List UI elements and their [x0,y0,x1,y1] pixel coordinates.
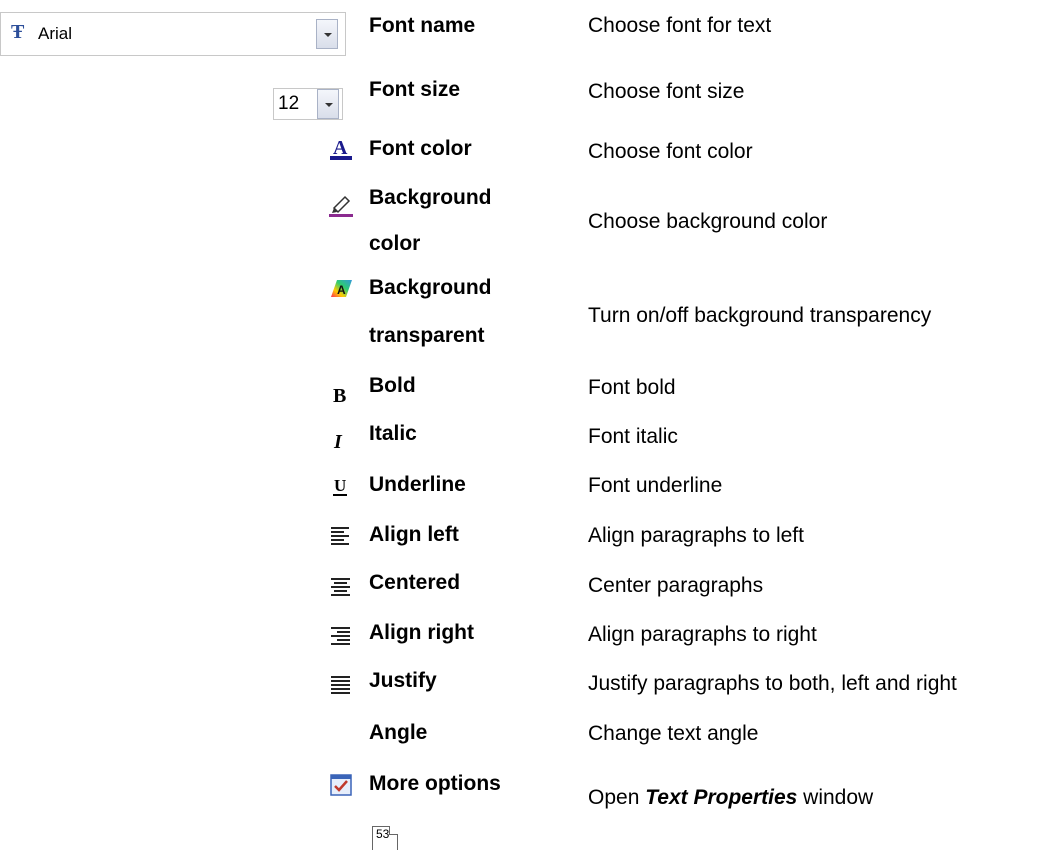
text-properties-emphasis: Text Properties [645,786,798,809]
item-desc-background-transparent: Turn on/off background transparency [588,304,932,327]
desc-prefix: Open [588,786,646,809]
item-desc-align-right: Align paragraphs to right [588,623,817,646]
item-name-background-color-line2: color [369,232,421,255]
item-name-background-transparent-line2: transparent [369,324,485,347]
item-desc-font-size: Choose font size [588,80,745,103]
desc-suffix: window [797,786,874,809]
item-desc-angle: Change text angle [588,722,759,745]
background-transparent-icon[interactable]: A [328,276,354,302]
font-size-combo[interactable]: 12 [273,88,343,120]
item-desc-centered: Center paragraphs [588,574,764,597]
font-color-icon[interactable]: A [328,136,354,162]
align-right-icon[interactable] [328,622,354,648]
svg-text:A: A [333,137,348,159]
page-number: 53 [372,826,398,850]
item-name-font-size: Font size [369,78,461,101]
item-desc-align-left: Align paragraphs to left [588,524,804,547]
more-options-icon[interactable] [328,772,354,798]
underline-icon[interactable]: U [328,473,354,499]
item-name-justify: Justify [369,669,437,692]
svg-text:B: B [333,385,346,407]
item-desc-font-color: Choose font color [588,140,753,163]
truetype-font-icon: Ŧ [11,21,25,43]
font-name-value: Arial [38,24,73,43]
font-name-combo[interactable]: Ŧ Arial [0,12,346,56]
item-desc-more-options: Open Text Properties window [588,784,873,812]
item-name-bold: Bold [369,374,416,397]
font-name-dropdown-button[interactable] [316,19,338,49]
item-desc-font-name: Choose font for text [588,14,772,37]
item-name-font-name: Font name [369,14,476,37]
item-name-background-transparent-line1: Background [369,276,492,299]
align-left-icon[interactable] [328,522,354,548]
svg-text:I: I [333,431,343,453]
item-name-align-left: Align left [369,523,459,546]
item-desc-italic: Font italic [588,425,678,448]
bold-icon[interactable]: B [328,381,354,407]
svg-text:A: A [337,283,346,297]
item-name-angle: Angle [369,721,428,744]
justify-icon[interactable] [328,671,354,697]
item-name-font-color: Font color [369,137,472,160]
font-size-dropdown-button[interactable] [317,89,339,119]
align-center-icon[interactable] [328,573,354,599]
item-desc-justify: Justify paragraphs to both, left and rig… [588,672,957,695]
item-name-align-right: Align right [369,621,474,644]
background-color-icon[interactable] [328,192,354,218]
font-size-value: 12 [278,93,300,114]
item-desc-background-color: Choose background color [588,210,828,233]
italic-icon[interactable]: I [328,427,354,453]
item-name-centered: Centered [369,571,461,594]
item-name-italic: Italic [369,422,417,445]
item-name-background-color-line1: Background [369,186,492,209]
svg-text:U: U [334,476,346,495]
item-desc-bold: Font bold [588,376,676,399]
item-name-more-options: More options [369,772,501,795]
item-desc-underline: Font underline [588,474,723,497]
item-name-underline: Underline [369,473,466,496]
